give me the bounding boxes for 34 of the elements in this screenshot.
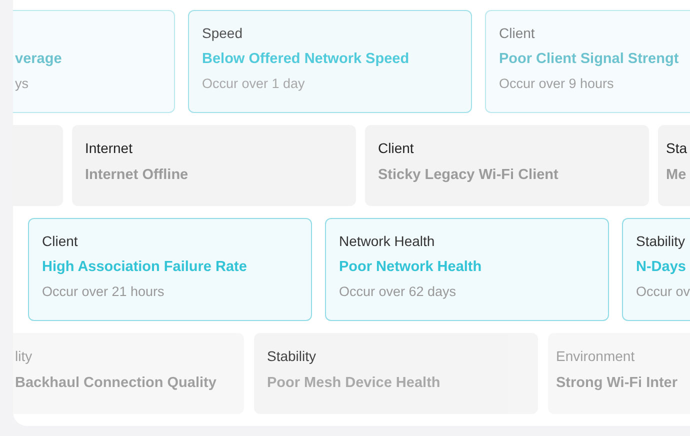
card-category: Stability xyxy=(636,233,686,250)
card-category: Internet xyxy=(85,140,134,157)
card-occurrence: Occur over 62 days xyxy=(339,284,458,299)
card-issue-title: N-Days xyxy=(636,259,687,275)
card-issue-title: Poor Client Signal Strengt xyxy=(499,51,680,67)
card-category: Speed xyxy=(202,25,244,42)
card-occurrence: Occur ov xyxy=(636,284,690,299)
card-issue-title: Internet Offline xyxy=(85,167,190,183)
card-category: Client xyxy=(42,233,79,250)
card-occurrence: ys xyxy=(15,76,30,91)
card-category: Client xyxy=(499,25,536,42)
card-category: lity xyxy=(15,348,34,365)
issue-card[interactable]: Stability N-Days Occur ov xyxy=(622,218,690,321)
card-issue-title: verage xyxy=(15,51,63,67)
card-occurrence: Occur over 21 hours xyxy=(42,284,166,299)
card-issue-title: Below Offered Network Speed xyxy=(202,51,410,67)
card-issue-title: Poor Mesh Device Health xyxy=(267,375,442,391)
card-issue-title: Backhaul Connection Quality xyxy=(15,375,218,391)
card-issue-title: Poor Network Health xyxy=(339,259,483,275)
card-category: Sta xyxy=(666,140,688,157)
issue-card[interactable]: Speed Below Offered Network Speed Occur over 1 day xyxy=(188,10,472,113)
card-category: Stability xyxy=(267,348,318,365)
card-issue-title: Sticky Legacy Wi-Fi Client xyxy=(378,167,560,183)
issue-card[interactable]: Network Health Poor Network Health Occur over 62 days xyxy=(325,218,609,321)
card-issue-title: Strong Wi-Fi Inter xyxy=(556,375,678,391)
card-occurrence: Occur over 9 hours xyxy=(499,76,615,91)
card-occurrence: Occur over 1 day xyxy=(202,76,306,91)
card-category: Client xyxy=(378,140,415,157)
issue-card[interactable]: Client High Association Failure Rate Occur over 21 hours xyxy=(28,218,312,321)
issue-card[interactable]: Client Poor Client Signal Strengt Occur over 9 hours xyxy=(485,10,690,113)
card-issue-title: Me xyxy=(666,167,688,183)
card-category: Network Health xyxy=(339,233,436,250)
card-category: Environment xyxy=(556,348,636,365)
card-issue-title: High Association Failure Rate xyxy=(42,259,248,275)
